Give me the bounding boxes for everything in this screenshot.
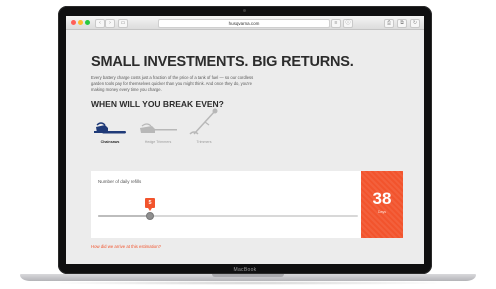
camera-icon [243, 9, 246, 12]
close-window-button[interactable] [71, 20, 76, 25]
laptop-notch [212, 274, 284, 277]
back-icon: ‹ [99, 20, 101, 26]
browser-window: ‹ › ▭ husqvarna.com ≡ ⓘ ⎙ ⧉ ↻ SMALL INVE… [66, 16, 424, 264]
laptop-brand-label: MacBook [233, 267, 257, 273]
tabs-icon: ⧉ [400, 20, 404, 26]
info-icon: ⓘ [345, 20, 351, 26]
tool-option-hedge-trimmers[interactable]: Hedge Trimmers [136, 116, 180, 146]
reload-button[interactable]: ↻ [410, 19, 420, 28]
url-text: husqvarna.com [228, 21, 260, 26]
tabs-button[interactable]: ⧉ [397, 19, 407, 28]
info-button[interactable]: ⓘ [343, 19, 353, 28]
share-button[interactable]: ⎙ [384, 19, 394, 28]
refills-slider-track[interactable] [98, 215, 358, 217]
back-button[interactable]: ‹ [95, 19, 105, 28]
reader-icon: ≡ [334, 20, 338, 26]
reload-icon: ↻ [412, 20, 418, 26]
intro-text: Every battery charge costs just a fracti… [91, 75, 254, 92]
browser-toolbar: ‹ › ▭ husqvarna.com ≡ ⓘ ⎙ ⧉ ↻ [66, 16, 424, 30]
break-even-result: 38 Days [361, 171, 403, 238]
share-icon: ⎙ [386, 20, 391, 26]
forward-button[interactable]: › [105, 19, 115, 28]
slider-label: Number of daily refills [98, 179, 142, 184]
sidebar-button[interactable]: ▭ [118, 19, 128, 28]
tool-option-chainsaws[interactable]: Chainsaws [90, 116, 130, 146]
trimmer-icon [189, 108, 218, 135]
slider-value-badge: 5 [145, 198, 155, 211]
zoom-window-button[interactable] [85, 20, 90, 25]
address-bar[interactable]: husqvarna.com [158, 19, 330, 28]
result-number: 38 [372, 189, 392, 208]
hedge-trimmer-icon [140, 123, 177, 133]
tool-option-trimmers[interactable]: Trimmers [184, 108, 224, 146]
estimation-info-link[interactable]: How did we arrive at this estimation? [91, 244, 161, 249]
laptop-shadow [40, 281, 456, 285]
refills-slider-handle[interactable] [146, 212, 154, 220]
refills-calculator: Number of daily refills 5 [91, 171, 361, 238]
tool-label-chainsaws: Chainsaws [100, 140, 120, 144]
sidebar-icon: ▭ [120, 20, 126, 26]
forward-icon: › [109, 20, 111, 26]
result-unit: Days [377, 210, 387, 214]
refills-slider-fill [98, 215, 150, 217]
chainsaw-icon [94, 122, 126, 134]
reader-button[interactable]: ≡ [331, 19, 341, 28]
page-title: SMALL INVESTMENTS. BIG RETURNS. [91, 54, 354, 70]
tool-label-trimmers: Trimmers [196, 140, 212, 144]
tool-label-hedge-trimmers: Hedge Trimmers [144, 140, 172, 144]
minimize-window-button[interactable] [78, 20, 83, 25]
